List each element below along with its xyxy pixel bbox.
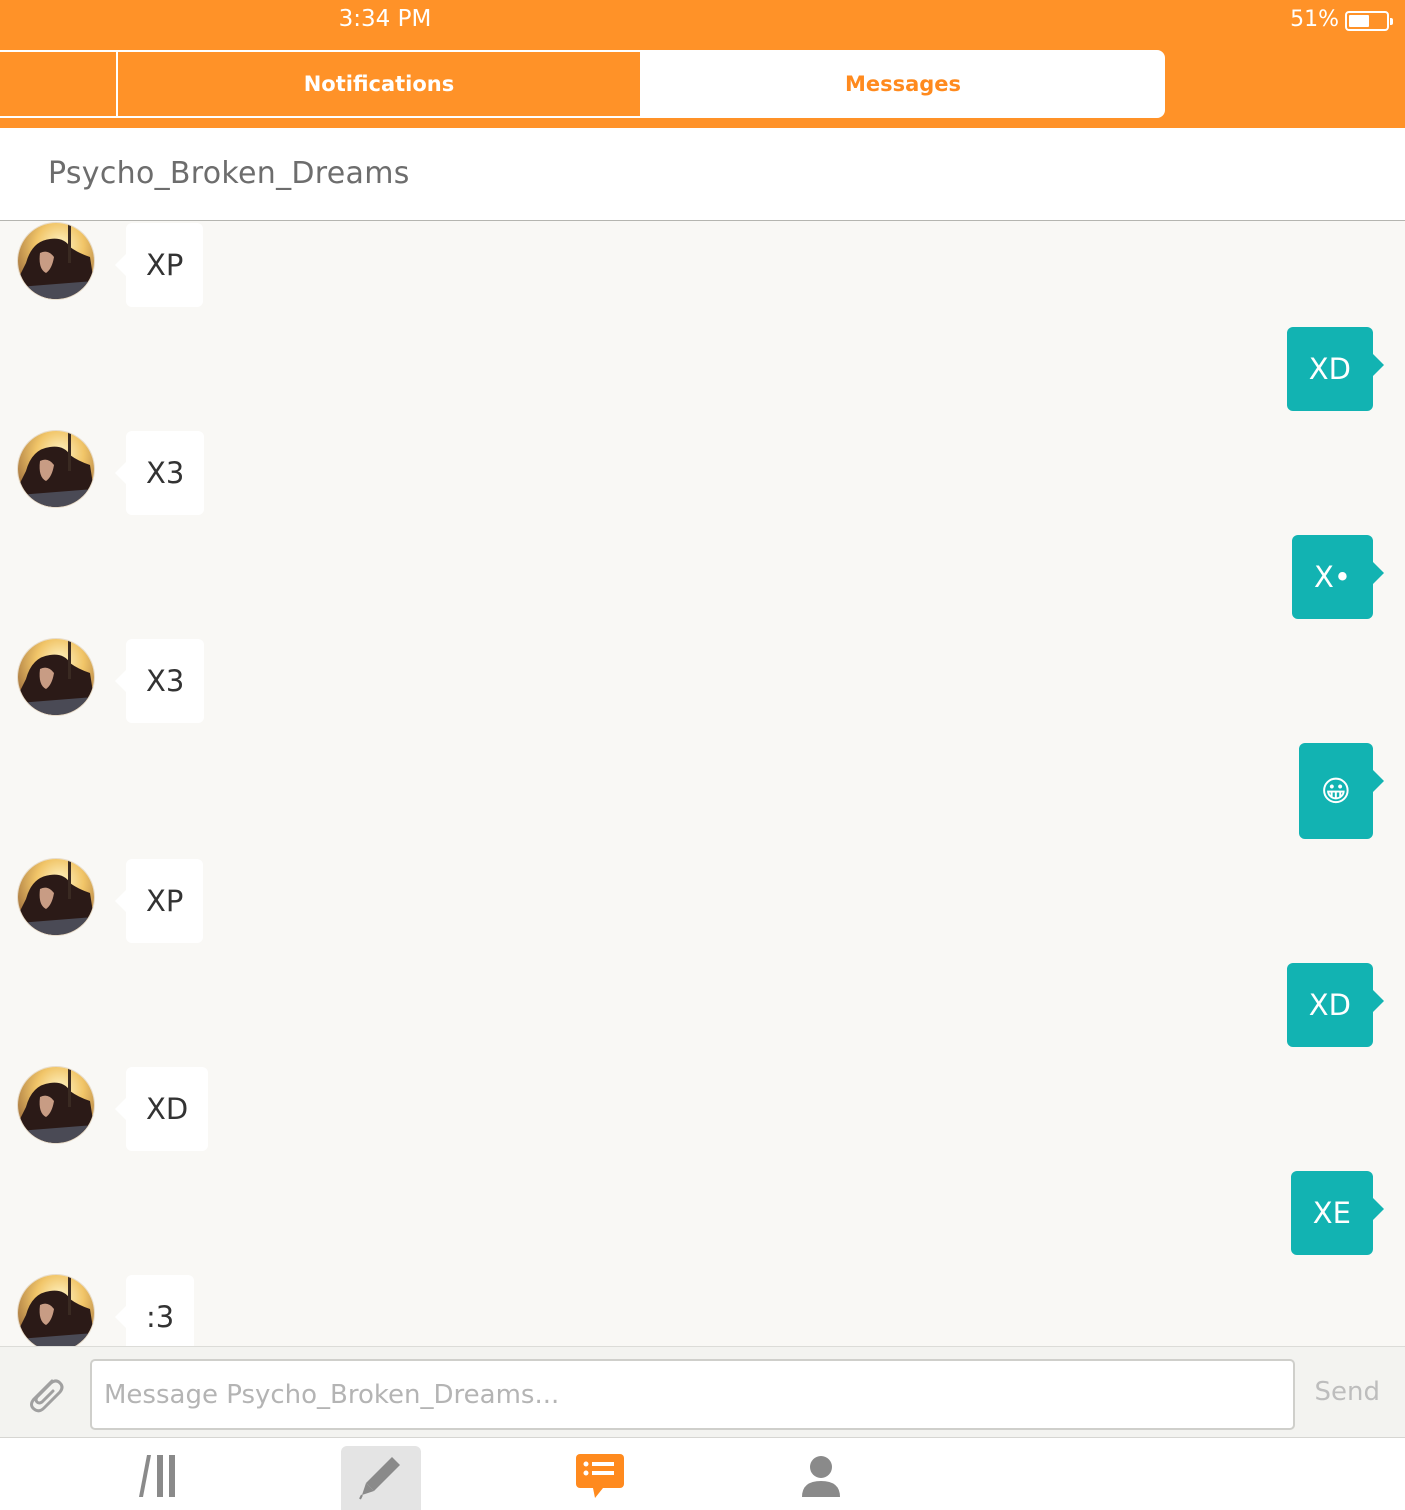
tab-notifications[interactable]: Notifications [118,50,642,118]
tab-partial[interactable] [0,50,118,118]
outgoing-message-bubble[interactable]: XE [1290,1171,1385,1255]
battery-icon [1345,11,1393,31]
message-composer: Send [0,1346,1405,1438]
status-time: 3:34 PM [338,6,432,32]
avatar[interactable] [18,1275,94,1346]
battery-percentage: 51% [1290,7,1339,32]
outgoing-message-bubble[interactable]: XD [1286,963,1385,1047]
bottom-nav [0,1438,1405,1510]
library-icon [137,1453,187,1503]
paperclip-icon[interactable] [22,1371,68,1417]
avatar[interactable] [18,1067,94,1143]
incoming-message-bubble[interactable]: XP [114,223,204,307]
nav-write[interactable] [341,1446,421,1510]
nav-messages[interactable] [560,1446,640,1510]
conversation-header: Psycho_Broken_Dreams [0,128,1405,221]
send-button[interactable]: Send [1315,1377,1380,1407]
outgoing-message-bubble[interactable]: 😀 [1298,743,1385,839]
pencil-icon [356,1451,406,1505]
incoming-message-bubble[interactable]: :3 [114,1275,195,1346]
avatar[interactable] [18,859,94,935]
avatar[interactable] [18,639,94,715]
message-thread[interactable]: XP XD X3 X• X3 😀 XP XD XD XE :3 [0,221,1405,1346]
tab-messages[interactable]: Messages [641,50,1165,118]
profile-icon [798,1453,844,1503]
incoming-message-bubble[interactable]: XP [114,859,204,943]
avatar[interactable] [18,223,94,299]
message-input[interactable] [90,1359,1295,1430]
incoming-message-bubble[interactable]: X3 [114,639,205,723]
incoming-message-bubble[interactable]: XD [114,1067,209,1151]
nav-profile[interactable] [781,1446,861,1510]
conversation-title[interactable]: Psycho_Broken_Dreams [48,156,410,191]
incoming-message-bubble[interactable]: X3 [114,431,205,515]
avatar[interactable] [18,431,94,507]
status-bar: 3:34 PM 51% [0,0,1405,42]
outgoing-message-bubble[interactable]: XD [1286,327,1385,411]
nav-library[interactable] [122,1446,202,1510]
tab-bar: Notifications Messages [0,42,1405,128]
messages-icon [575,1452,625,1504]
outgoing-message-bubble[interactable]: X• [1292,535,1384,619]
